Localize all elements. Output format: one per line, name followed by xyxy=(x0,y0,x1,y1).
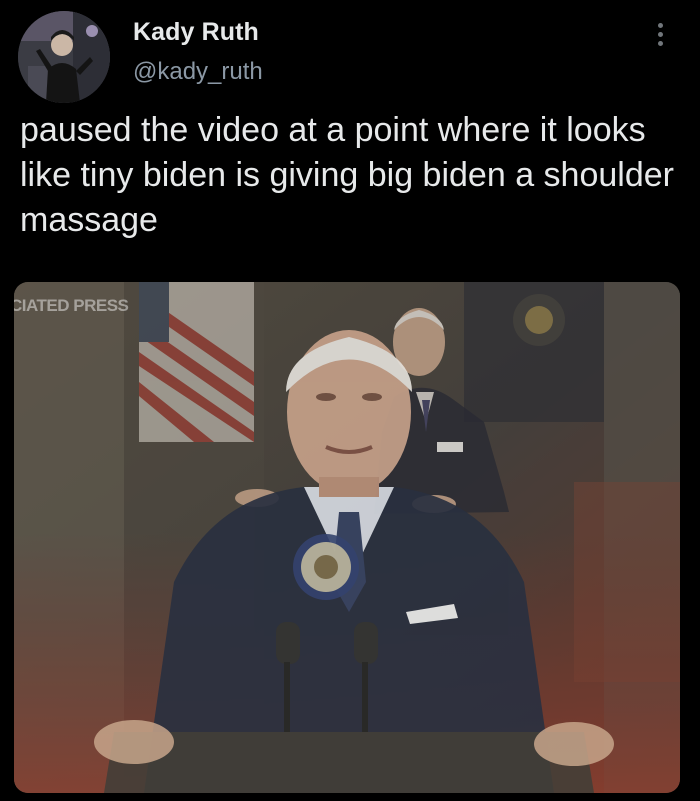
media-watermark: CIATED PRESS xyxy=(14,296,129,315)
avatar-image xyxy=(18,11,110,103)
media-photo xyxy=(14,282,680,793)
more-options-icon[interactable] xyxy=(652,20,668,54)
tweet-text: paused the video at a point where it loo… xyxy=(20,111,674,239)
avatar[interactable] xyxy=(18,11,110,103)
more-dot xyxy=(657,41,663,46)
display-name[interactable]: Kady Ruth xyxy=(133,18,259,47)
tweet-media-image[interactable]: CIATED PRESS xyxy=(14,282,680,793)
user-handle[interactable]: @kady_ruth xyxy=(133,58,263,86)
more-dot xyxy=(657,23,663,28)
tweet: Kady Ruth @kady_ruth paused the video at… xyxy=(0,0,700,801)
more-dot xyxy=(657,32,663,37)
